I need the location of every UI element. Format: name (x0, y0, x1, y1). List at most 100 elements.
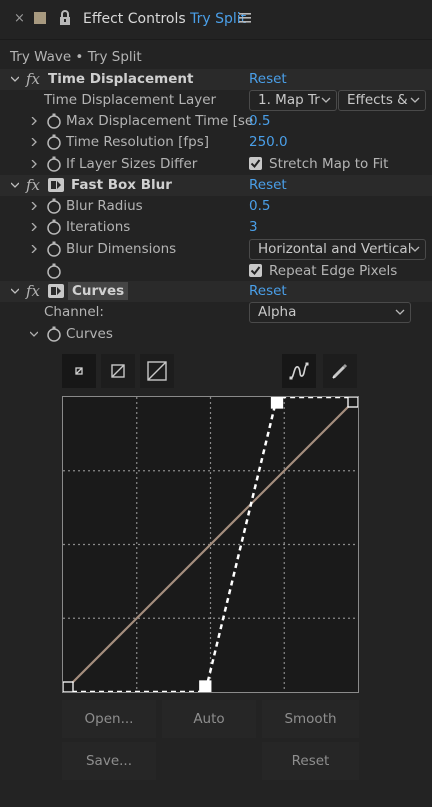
curve-control-point[interactable] (270, 397, 284, 409)
chevron-right-icon[interactable] (30, 117, 38, 125)
curves-graph[interactable] (62, 396, 359, 693)
chevron-down-icon[interactable] (11, 75, 19, 83)
chevron-down-icon[interactable] (11, 287, 19, 295)
panel-header: × Effect Controls Try Split (0, 0, 432, 40)
param-row-channel: Channel: Alpha (0, 302, 432, 323)
effect-header-time-displacement[interactable]: fx Time Displacement Reset (0, 69, 432, 90)
large-graph-size-button[interactable] (140, 354, 174, 388)
effect-header-curves[interactable]: fx Curves Reset (0, 281, 432, 302)
param-row-layer-sizes: If Layer Sizes Differ Stretch Map to Fit (0, 154, 432, 175)
dropdown-value: 1. Map Tr (258, 92, 320, 108)
stopwatch-icon[interactable] (46, 326, 62, 342)
curve-control-point[interactable] (347, 397, 358, 408)
gpu-accelerated-icon (48, 178, 64, 192)
small-graph-icon (75, 367, 83, 375)
curve-control-point[interactable] (63, 681, 74, 692)
chevron-down-icon[interactable] (30, 330, 38, 338)
effect-name: Time Displacement (48, 71, 194, 87)
chevron-down-icon (410, 246, 420, 252)
channel-dropdown[interactable]: Alpha (249, 302, 411, 323)
checkbox-label[interactable]: Repeat Edge Pixels (269, 263, 397, 279)
medium-graph-size-button[interactable] (101, 354, 135, 388)
breadcrumb: Try Wave • Try Split (10, 49, 142, 65)
repeat-edge-checkbox[interactable] (249, 264, 262, 277)
param-row-blur-dimensions: Blur Dimensions Horizontal and Vertical (0, 239, 432, 260)
chevron-right-icon[interactable] (30, 223, 38, 231)
curve-control-point[interactable] (199, 680, 212, 692)
checkmark-icon (250, 266, 261, 276)
bezier-curve-tool[interactable] (282, 354, 316, 388)
param-value[interactable]: 0.5 (249, 113, 270, 129)
reset-link[interactable]: Reset (249, 71, 287, 87)
effect-name: Curves (68, 282, 129, 300)
param-value[interactable]: 3 (249, 219, 258, 235)
param-row-repeat-edge: Repeat Edge Pixels (0, 261, 432, 282)
color-swatch[interactable] (34, 12, 46, 24)
stretch-map-checkbox[interactable] (249, 157, 262, 170)
effect-header-fast-box-blur[interactable]: fx Fast Box Blur Reset (0, 175, 432, 196)
stopwatch-icon[interactable] (46, 198, 62, 214)
stopwatch-icon[interactable] (46, 113, 62, 129)
stopwatch-icon[interactable] (46, 134, 62, 150)
param-row-time-resolution: Time Resolution [fps] 250.0 (0, 132, 432, 153)
dropdown-value: Horizontal and Vertical (258, 241, 412, 257)
bezier-curve-icon (289, 362, 309, 380)
stopwatch-icon[interactable] (46, 263, 62, 279)
param-label: Time Displacement Layer (44, 92, 217, 108)
fx-icon[interactable]: fx (26, 176, 40, 194)
panel-title-layer[interactable]: Try Split (190, 11, 246, 27)
effect-name: Fast Box Blur (71, 177, 172, 193)
stopwatch-icon[interactable] (46, 219, 62, 235)
save-button[interactable]: Save... (62, 742, 156, 780)
panel-title-prefix: Effect Controls (83, 11, 186, 27)
chevron-right-icon[interactable] (30, 160, 38, 168)
dropdown-value: Effects & (347, 92, 408, 108)
param-label: Iterations (66, 219, 131, 235)
param-row-max-displacement: Max Displacement Time [se 0.5 (0, 111, 432, 132)
pencil-icon (332, 363, 348, 379)
chevron-down-icon[interactable] (11, 181, 19, 189)
chevron-down-icon (321, 97, 331, 103)
layer-dropdown[interactable]: 1. Map Tr (249, 90, 337, 111)
layer-source-dropdown[interactable]: Effects & (338, 90, 426, 111)
param-value[interactable]: 250.0 (249, 134, 288, 150)
param-label: If Layer Sizes Differ (66, 156, 198, 172)
param-row-iterations: Iterations 3 (0, 217, 432, 238)
fx-icon[interactable]: fx (26, 282, 40, 300)
chevron-right-icon[interactable] (30, 245, 38, 253)
small-graph-size-button[interactable] (62, 354, 96, 388)
gpu-accelerated-icon (48, 284, 64, 298)
panel-menu-icon[interactable] (239, 12, 251, 28)
param-label: Blur Radius (66, 198, 143, 214)
smooth-button[interactable]: Smooth (262, 700, 359, 738)
chevron-down-icon (395, 309, 405, 315)
stopwatch-icon[interactable] (46, 241, 62, 257)
medium-graph-icon (111, 364, 125, 378)
pencil-tool[interactable] (323, 354, 357, 388)
checkbox-label[interactable]: Stretch Map to Fit (269, 156, 388, 172)
param-label: Channel: (44, 304, 104, 320)
blur-dimensions-dropdown[interactable]: Horizontal and Vertical (249, 239, 426, 260)
chevron-down-icon (410, 97, 420, 103)
param-value[interactable]: 0.5 (249, 198, 270, 214)
param-row-blur-radius: Blur Radius 0.5 (0, 196, 432, 217)
reset-link[interactable]: Reset (249, 283, 287, 299)
fx-icon[interactable]: fx (26, 70, 40, 88)
reset-link[interactable]: Reset (249, 177, 287, 193)
curves-graph-canvas[interactable] (63, 397, 358, 692)
param-row-curves: Curves (0, 324, 432, 345)
auto-button[interactable]: Auto (162, 700, 256, 738)
header-divider (0, 39, 432, 40)
close-icon[interactable]: × (14, 11, 25, 26)
chevron-right-icon[interactable] (30, 138, 38, 146)
param-row-displacement-layer: Time Displacement Layer 1. Map Tr Effect… (0, 90, 432, 111)
curves-reset-button[interactable]: Reset (262, 742, 359, 780)
checkmark-icon (250, 159, 261, 169)
panel-title: Effect Controls Try Split (83, 11, 246, 27)
param-label: Max Displacement Time [se (66, 113, 254, 129)
open-button[interactable]: Open... (62, 700, 156, 738)
dropdown-value: Alpha (258, 304, 297, 320)
lock-icon[interactable] (59, 10, 71, 30)
chevron-right-icon[interactable] (30, 202, 38, 210)
stopwatch-icon[interactable] (46, 156, 62, 172)
